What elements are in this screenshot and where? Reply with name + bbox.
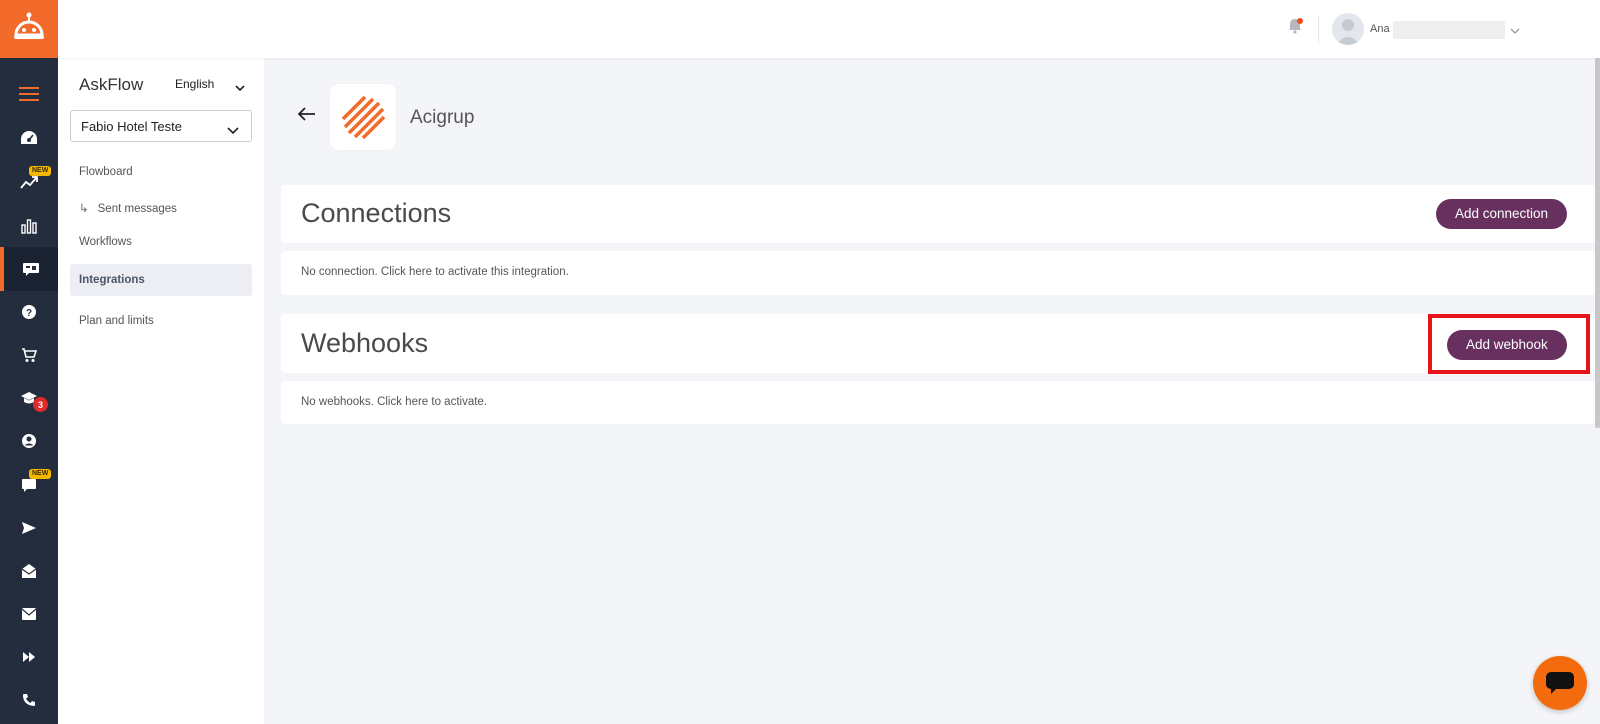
notification-count-badge: 3 bbox=[33, 397, 48, 412]
help-icon[interactable]: ? bbox=[0, 290, 58, 334]
highlight-box bbox=[1428, 314, 1590, 374]
menu-icon[interactable] bbox=[0, 72, 58, 116]
webhooks-empty-card[interactable]: No webhooks. Click here to activate. bbox=[281, 381, 1595, 424]
mail-icon[interactable] bbox=[0, 592, 58, 636]
trending-icon[interactable]: NEW bbox=[0, 160, 58, 204]
mail-open-icon[interactable] bbox=[0, 549, 58, 593]
svg-text:?: ? bbox=[26, 308, 32, 319]
phone-icon[interactable] bbox=[0, 678, 58, 722]
sidebar-item-plan-limits[interactable]: Plan and limits bbox=[79, 315, 154, 327]
secondary-sidebar: AskFlow English Fabio Hotel Teste Flowbo… bbox=[58, 58, 264, 724]
sidebar-item-sent-messages[interactable]: ↳ Sent messages bbox=[79, 201, 177, 215]
connections-empty-card[interactable]: No connection. Click here to activate th… bbox=[281, 251, 1595, 295]
cart-icon[interactable] bbox=[0, 333, 58, 377]
connections-empty-text[interactable]: No connection. Click here to activate th… bbox=[301, 266, 569, 278]
account-select-value: Fabio Hotel Teste bbox=[81, 119, 182, 134]
account-select[interactable]: Fabio Hotel Teste bbox=[70, 110, 252, 142]
graduation-icon[interactable]: 3 bbox=[0, 376, 58, 420]
new-badge: NEW bbox=[29, 166, 52, 176]
notification-dot bbox=[1297, 18, 1303, 24]
header-divider bbox=[1318, 15, 1319, 43]
connections-title: Connections bbox=[301, 198, 452, 228]
chat-flow-icon[interactable] bbox=[0, 247, 58, 291]
add-connection-button[interactable]: Add connection bbox=[1436, 199, 1568, 229]
account-icon[interactable] bbox=[0, 419, 58, 463]
sub-item-arrow-icon: ↳ bbox=[79, 203, 89, 215]
icon-rail: NEW ? 3 NEW bbox=[0, 0, 58, 724]
new-badge: NEW bbox=[29, 469, 52, 479]
bar-chart-icon[interactable] bbox=[0, 204, 58, 248]
integration-name: Acigrup bbox=[410, 107, 475, 128]
robot-logo-icon[interactable] bbox=[0, 0, 58, 58]
messages-icon[interactable]: NEW bbox=[0, 463, 58, 507]
chevron-down-icon[interactable] bbox=[235, 79, 245, 97]
webhooks-header-card: Webhooks Add webhook bbox=[281, 314, 1595, 373]
sidebar-item-flowboard[interactable]: Flowboard bbox=[79, 166, 133, 178]
chat-widget-button[interactable] bbox=[1533, 656, 1587, 710]
scrollbar[interactable] bbox=[1595, 58, 1600, 428]
dashboard-icon[interactable] bbox=[0, 116, 58, 160]
chevron-down-icon bbox=[227, 122, 239, 137]
chevron-down-icon[interactable] bbox=[1510, 22, 1520, 40]
sidebar-item-integrations[interactable]: Integrations bbox=[70, 264, 252, 296]
connections-header-card: Connections Add connection bbox=[281, 185, 1595, 243]
user-name[interactable]: Ana bbox=[1370, 23, 1390, 35]
sidebar-item-label: Sent messages bbox=[97, 203, 177, 215]
sidebar-item-workflows[interactable]: Workflows bbox=[79, 236, 132, 248]
fast-forward-icon[interactable] bbox=[0, 635, 58, 679]
user-name-redacted bbox=[1393, 21, 1505, 39]
integration-logo bbox=[330, 84, 396, 150]
top-header bbox=[58, 0, 1600, 58]
back-arrow-icon[interactable] bbox=[297, 107, 316, 126]
sidebar-title: AskFlow bbox=[79, 75, 144, 94]
user-avatar[interactable] bbox=[1332, 13, 1364, 45]
webhooks-title: Webhooks bbox=[301, 328, 429, 358]
webhooks-empty-text[interactable]: No webhooks. Click here to activate. bbox=[301, 396, 487, 408]
sidebar-item-label: Integrations bbox=[79, 274, 145, 286]
send-icon[interactable] bbox=[0, 506, 58, 550]
language-selector[interactable]: English bbox=[175, 77, 214, 91]
